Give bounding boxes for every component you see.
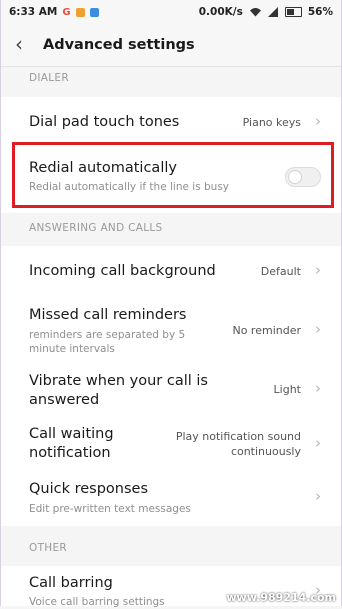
row-value: Light bbox=[273, 383, 301, 396]
quick-responses-row[interactable]: Quick responses Edit pre-written text me… bbox=[1, 472, 341, 526]
section-dialer-label: DIALER bbox=[29, 72, 69, 84]
back-arrow-icon[interactable]: ‹ bbox=[15, 34, 23, 54]
chevron-right-icon: › bbox=[315, 487, 321, 505]
vibrate-when-answered-row[interactable]: Vibrate when your call is answered Light… bbox=[1, 364, 341, 418]
status-bar: 6:33 AM G 0.00K/s 56% bbox=[1, 0, 341, 26]
row-title: Vibrate when your call is bbox=[29, 373, 208, 389]
section-other-label: OTHER bbox=[29, 542, 68, 554]
chevron-right-icon: › bbox=[315, 261, 321, 279]
row-title: notification bbox=[29, 445, 111, 461]
signal-icon bbox=[267, 7, 278, 17]
row-title: Missed call reminders bbox=[29, 307, 187, 323]
row-value: Play notification sound bbox=[175, 430, 301, 443]
section-answering-label: ANSWERING AND CALLS bbox=[29, 222, 163, 234]
row-title: answered bbox=[29, 392, 100, 408]
notification-icon bbox=[75, 7, 85, 17]
chevron-right-icon: › bbox=[315, 112, 321, 130]
page-title: Advanced settings bbox=[43, 37, 195, 53]
battery-icon bbox=[284, 7, 302, 17]
incoming-call-background-row[interactable]: Incoming call background Default › bbox=[1, 246, 341, 298]
highlight-box bbox=[12, 142, 334, 208]
row-title: Call barring bbox=[29, 575, 113, 591]
row-title: Dial pad touch tones bbox=[29, 114, 180, 130]
row-value: continuously bbox=[230, 445, 301, 458]
row-title: Quick responses bbox=[29, 481, 149, 497]
row-subtitle: Voice call barring settings bbox=[29, 596, 165, 608]
notification-icon bbox=[89, 7, 99, 17]
row-value: Default bbox=[260, 265, 301, 278]
chevron-right-icon: › bbox=[315, 434, 321, 452]
call-waiting-notification-row[interactable]: Call waiting notification Play notificat… bbox=[1, 418, 341, 472]
row-value: No reminder bbox=[232, 324, 301, 337]
row-subtitle: reminders are separated by 5 bbox=[29, 329, 186, 341]
missed-call-reminders-row[interactable]: Missed call reminders reminders are sepa… bbox=[1, 298, 341, 364]
status-time: 6:33 AM bbox=[9, 6, 58, 18]
battery-percent: 56% bbox=[307, 6, 333, 18]
row-title: Call waiting bbox=[29, 426, 114, 442]
row-title: Incoming call background bbox=[29, 263, 216, 279]
row-subtitle: Edit pre-written text messages bbox=[29, 503, 191, 515]
gmail-icon: G bbox=[62, 6, 71, 18]
watermark: www.989214.com bbox=[226, 591, 336, 604]
row-value: Piano keys bbox=[242, 116, 301, 129]
chevron-right-icon: › bbox=[315, 379, 321, 397]
chevron-right-icon: › bbox=[315, 320, 321, 338]
row-subtitle: minute intervals bbox=[29, 343, 115, 355]
status-right: 0.00K/s 56% bbox=[199, 6, 333, 18]
status-left: 6:33 AM G bbox=[9, 6, 99, 18]
wifi-icon bbox=[249, 8, 261, 17]
app-header: ‹ Advanced settings bbox=[1, 26, 341, 67]
network-speed: 0.00K/s bbox=[198, 6, 243, 18]
